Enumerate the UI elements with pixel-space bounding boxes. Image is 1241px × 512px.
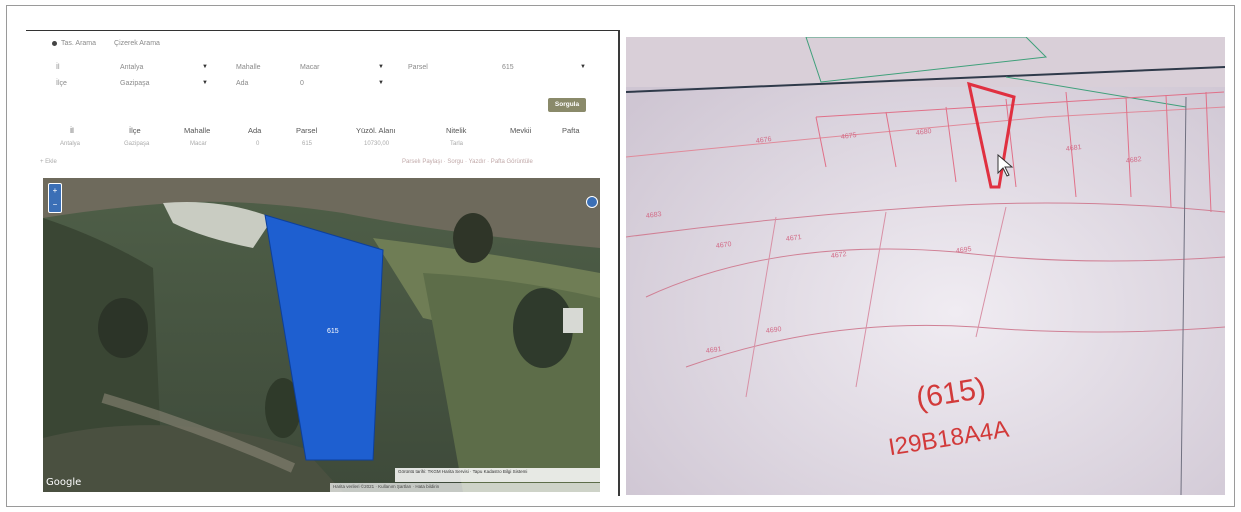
chevron-down-icon[interactable]: ▼: [378, 80, 384, 86]
table-header: İlçe: [129, 126, 141, 135]
table-header: Mahalle: [184, 126, 211, 135]
cadastral-sheet-photo: 4676 4675 4680 4681 4682 4683 4670 4671 …: [626, 37, 1225, 495]
parcel-query-panel: Tas. Arama Çizerek Arama İl Antalya ▼ Ma…: [26, 30, 618, 496]
ilce-select[interactable]: Gazipaşa: [120, 80, 150, 87]
google-logo: Google: [46, 477, 82, 488]
map-settings-icon[interactable]: [586, 196, 598, 208]
satellite-map[interactable]: + − 615 Google Görüntü tarihi: TKGM Hari…: [43, 178, 600, 492]
map-imagery: [43, 178, 600, 492]
table-header: Pafta: [562, 126, 580, 135]
map-attribution: Görüntü tarihi: TKGM Harita Servisi · Ta…: [395, 468, 600, 482]
chevron-down-icon[interactable]: ▼: [378, 64, 384, 70]
query-button[interactable]: Sorgula: [548, 98, 586, 112]
table-header: Parsel: [296, 126, 318, 135]
cadastral-map-drawing: [626, 37, 1225, 495]
parsel-label: Parsel: [408, 64, 428, 71]
search-mode-option-2[interactable]: Çizerek Arama: [114, 40, 160, 47]
table-header: Ada: [248, 126, 262, 135]
il-select[interactable]: Antalya: [120, 64, 143, 71]
mahalle-select[interactable]: Macar: [300, 64, 319, 71]
zoom-in-button[interactable]: +: [49, 184, 61, 198]
table-cell: Macar: [190, 141, 207, 147]
zoom-out-button[interactable]: −: [49, 198, 61, 212]
table-header: İl: [70, 126, 74, 135]
table-cell: 10730,00: [364, 141, 390, 147]
result-actions[interactable]: Parselı Paylaşı · Sorgu · Yazdır · Pafta…: [402, 159, 533, 165]
chevron-down-icon[interactable]: ▼: [202, 64, 208, 70]
ada-label: Ada: [236, 80, 249, 87]
table-cell: Tarla: [450, 141, 464, 147]
radio-selected-icon: [52, 40, 57, 46]
form-row-2: İlçe Gazipaşa ▼ Ada 0 ▼: [48, 80, 608, 92]
table-header: Mevkii: [510, 126, 532, 135]
chevron-down-icon[interactable]: ▼: [580, 64, 586, 70]
table-cell: 0: [256, 141, 260, 147]
ilce-label: İlçe: [56, 80, 67, 87]
parcel-number-label: 615: [327, 328, 339, 335]
chevron-down-icon[interactable]: ▼: [202, 80, 208, 86]
panel-divider: [618, 30, 620, 496]
il-label: İl: [56, 64, 60, 71]
map-terms[interactable]: Harita verileri ©2021 · Kullanım Şartlar…: [330, 483, 600, 492]
ada-input[interactable]: 0: [300, 80, 304, 87]
form-row-1: İl Antalya ▼ Mahalle Macar ▼ Parsel 615 …: [48, 64, 608, 76]
table-cell: Antalya: [60, 141, 81, 147]
table-header: Nitelik: [446, 126, 467, 135]
panel-top-border: [26, 30, 618, 31]
table-cell: Gazipaşa: [124, 141, 150, 147]
search-mode-options: Tas. Arama Çizerek Arama: [52, 40, 160, 47]
mahalle-label: Mahalle: [236, 64, 261, 71]
table-cell: 615: [302, 141, 313, 147]
zoom-control[interactable]: + −: [48, 183, 62, 213]
add-link[interactable]: + Ekle: [40, 159, 57, 165]
search-mode-option-1[interactable]: Tas. Arama: [52, 40, 96, 47]
table-header: Yüzöl. Alanı: [356, 126, 396, 135]
parsel-input[interactable]: 615: [502, 64, 514, 71]
